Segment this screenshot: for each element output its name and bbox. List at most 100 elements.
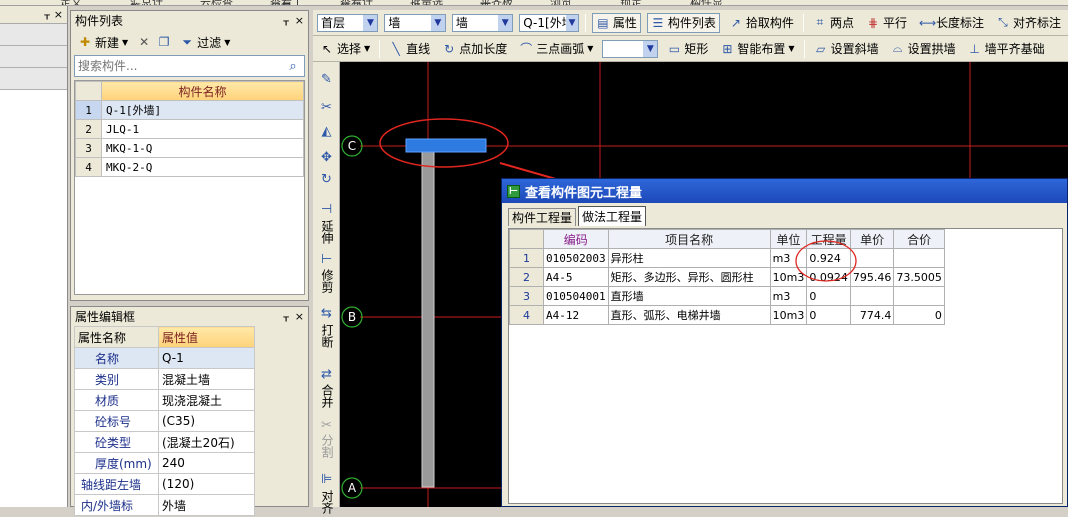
- pick-component-button[interactable]: ↗ 拾取构件: [726, 13, 797, 33]
- item-name-cell[interactable]: 矩形、多边形、异形、圆形柱: [607, 267, 771, 287]
- table-row[interactable]: 3 010504001 直形墙 m3 0: [509, 286, 945, 306]
- arch-wall-button[interactable]: ⌓ 设置拱墙: [888, 39, 959, 59]
- table-row[interactable]: 4 MKQ-2-Q: [75, 157, 304, 177]
- unit-price-cell[interactable]: [849, 286, 895, 306]
- table-row[interactable]: 2 JLQ-1: [75, 119, 304, 139]
- component-name[interactable]: Q-1[外墙]: [101, 100, 304, 120]
- merge-button[interactable]: 合并: [313, 384, 340, 411]
- break-button[interactable]: 打断: [313, 324, 340, 351]
- property-row[interactable]: 类别 混凝土墙: [74, 368, 255, 390]
- new-component-button[interactable]: ✚ 新建 ▼: [75, 32, 131, 52]
- wall-element[interactable]: [421, 151, 435, 488]
- component-name[interactable]: JLQ-1: [101, 119, 304, 139]
- component-search-input[interactable]: [75, 57, 282, 75]
- top-strip-item[interactable]: 构件显示: [690, 0, 730, 5]
- code-cell[interactable]: 010504001: [543, 286, 609, 306]
- total-price-cell[interactable]: 0: [893, 305, 945, 325]
- code-cell[interactable]: 010502003: [543, 248, 609, 268]
- component-list-button[interactable]: ☰ 构件列表: [646, 12, 720, 33]
- property-row[interactable]: 内/外墙标 外墙: [74, 494, 255, 516]
- copy-icon[interactable]: ❐: [157, 35, 171, 49]
- component-name[interactable]: MKQ-2-Q: [101, 157, 304, 177]
- total-price-cell[interactable]: 73.5005: [893, 267, 945, 287]
- unit-price-cell[interactable]: 774.4: [849, 305, 895, 325]
- pin-icon[interactable]: ᚁ: [283, 310, 288, 323]
- close-icon[interactable]: ×: [54, 8, 63, 21]
- table-row[interactable]: 1 010502003 异形柱 m3 0.924: [509, 248, 945, 268]
- two-point-button[interactable]: ⌗ 两点: [810, 13, 857, 33]
- table-row[interactable]: 4 A4-12 直形、弧形、电梯井墙 10m3 0 774.4 0: [509, 305, 945, 325]
- parallel-button[interactable]: ⋕ 平行: [863, 13, 910, 33]
- scissors-icon[interactable]: ✂: [313, 100, 340, 115]
- table-row[interactable]: 1 Q-1[外墙]: [75, 100, 304, 120]
- property-value[interactable]: 240: [158, 452, 255, 474]
- pin-icon[interactable]: ᚁ: [283, 14, 288, 27]
- align-button[interactable]: 对齐: [313, 490, 340, 517]
- pin-icon[interactable]: ᚁ: [44, 8, 49, 21]
- trim-icon[interactable]: ⊢: [313, 252, 340, 267]
- top-strip-item[interactable]: 汇总计算: [130, 0, 170, 5]
- property-value[interactable]: (混凝土20石): [158, 431, 255, 453]
- top-strip-item[interactable]: 浏览: [550, 0, 590, 5]
- delete-icon[interactable]: ✕: [137, 35, 151, 49]
- rotate-icon[interactable]: ↻: [313, 172, 340, 187]
- component-select[interactable]: Q-1[外墙] ▼: [519, 13, 579, 32]
- unit-cell[interactable]: 10m3: [769, 305, 808, 325]
- align-mark-button[interactable]: ⤡ 对齐标注: [993, 13, 1064, 33]
- length-mark-button[interactable]: ⟷ 长度标注: [916, 13, 987, 33]
- top-strip-item[interactable]: 锁定: [620, 0, 660, 5]
- top-strip-item[interactable]: 查看工程量: [270, 0, 310, 5]
- flush-foundation-button[interactable]: ⊥ 墙平齐基础: [965, 39, 1048, 59]
- unit-cell[interactable]: m3: [769, 286, 808, 306]
- filter-button[interactable]: ⏷ 过滤 ▼: [177, 32, 233, 52]
- item-name-cell[interactable]: 异形柱: [607, 248, 771, 268]
- trim-button[interactable]: 修剪: [313, 269, 340, 296]
- total-price-cell[interactable]: [893, 248, 945, 268]
- property-value[interactable]: 混凝土墙: [158, 368, 255, 390]
- close-icon[interactable]: ×: [295, 14, 304, 27]
- extend-button[interactable]: 延伸: [313, 220, 340, 247]
- property-row[interactable]: 名称 Q-1: [74, 347, 255, 369]
- move-icon[interactable]: ✥: [313, 150, 340, 165]
- type-select[interactable]: 墙 ▼: [451, 13, 514, 32]
- top-strip-item[interactable]: 平齐板顶: [480, 0, 520, 5]
- quantity-cell[interactable]: 0: [806, 286, 851, 306]
- total-price-cell[interactable]: [893, 286, 945, 306]
- point-length-button[interactable]: ↻ 点加长度: [439, 39, 510, 59]
- table-row[interactable]: 3 MKQ-1-Q: [75, 138, 304, 158]
- property-value[interactable]: Q-1: [158, 347, 255, 369]
- property-row[interactable]: 轴线距左墙 (120): [74, 473, 255, 495]
- line-button[interactable]: ╲ 直线: [386, 39, 433, 59]
- tab-method-quantity[interactable]: 做法工程量: [578, 206, 647, 226]
- code-cell[interactable]: A4-5: [543, 267, 609, 287]
- quantity-cell[interactable]: 0: [806, 305, 851, 325]
- selected-element[interactable]: [405, 138, 487, 153]
- attribute-button[interactable]: ▤ 属性: [591, 12, 641, 33]
- top-strip-item[interactable]: 批量选择: [410, 0, 450, 5]
- top-strip-item[interactable]: 查看计算式: [340, 0, 380, 5]
- component-name[interactable]: MKQ-1-Q: [101, 138, 304, 158]
- mirror-icon[interactable]: ◭: [313, 124, 340, 139]
- draw-option-select[interactable]: ▼: [602, 39, 659, 58]
- property-value[interactable]: 现浇混凝土: [158, 389, 255, 411]
- rectangle-button[interactable]: ▭ 矩形: [664, 39, 711, 59]
- table-row[interactable]: 2 A4-5 矩形、多边形、异形、圆形柱 10m3 0.0924 795.46 …: [509, 267, 945, 287]
- extend-icon[interactable]: ⊣: [313, 202, 340, 217]
- break-icon[interactable]: ⇆: [313, 306, 340, 321]
- top-strip-item[interactable]: 云检查: [200, 0, 240, 5]
- property-row[interactable]: 砼类型 (混凝土20石): [74, 431, 255, 453]
- category-select[interactable]: 墙 ▼: [384, 13, 446, 32]
- smart-layout-button[interactable]: ⊞ 智能布置 ▼: [717, 39, 797, 59]
- code-cell[interactable]: A4-12: [543, 305, 609, 325]
- search-icon[interactable]: ⌕: [282, 56, 304, 76]
- item-name-cell[interactable]: 直形、弧形、电梯井墙: [607, 305, 771, 325]
- floor-select[interactable]: 首层 ▼: [317, 13, 379, 32]
- property-row[interactable]: 厚度(mm) 240: [74, 452, 255, 474]
- slope-wall-button[interactable]: ▱ 设置斜墙: [811, 39, 882, 59]
- property-value[interactable]: (C35): [158, 410, 255, 432]
- three-point-arc-button[interactable]: ⌒ 三点画弧 ▼: [516, 39, 596, 59]
- property-value[interactable]: (120): [158, 473, 255, 495]
- select-button[interactable]: ↖ 选择 ▼: [317, 39, 373, 59]
- brush-icon[interactable]: ✎: [313, 72, 340, 87]
- item-name-cell[interactable]: 直形墙: [607, 286, 771, 306]
